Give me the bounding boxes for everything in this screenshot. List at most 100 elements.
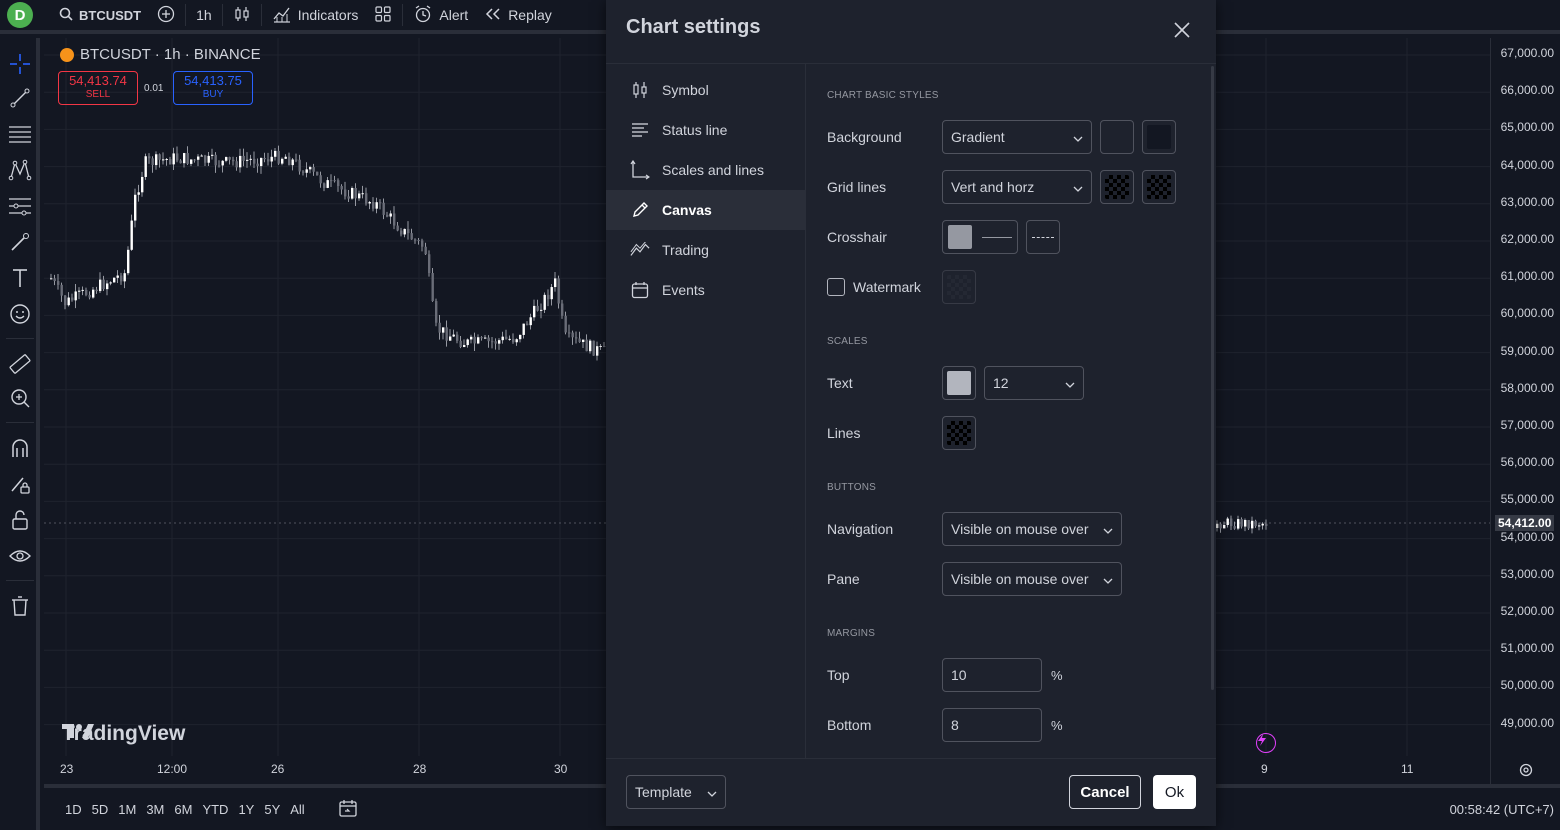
scrollbar[interactable] <box>1211 66 1214 690</box>
range-button-ytd[interactable]: YTD <box>197 802 233 817</box>
background-dropdown[interactable]: Gradient <box>942 120 1092 154</box>
range-button-3m[interactable]: 3M <box>141 802 169 817</box>
range-button-1d[interactable]: 1D <box>60 802 87 817</box>
lock-pencil-icon[interactable] <box>6 470 34 498</box>
pane-dropdown[interactable]: Visible on mouse over <box>942 562 1122 596</box>
watermark-checkbox[interactable] <box>827 278 845 296</box>
template-dropdown-button[interactable]: Template <box>626 775 726 809</box>
bottom-margin-percent: % <box>1051 718 1063 733</box>
symbol-label: BTCUSDT <box>79 7 142 23</box>
sell-label: SELL <box>85 89 111 100</box>
trash-icon[interactable] <box>6 592 34 620</box>
scale-text-size-dropdown[interactable]: 12 <box>984 366 1084 400</box>
background-color-swatch-1[interactable] <box>1100 120 1134 154</box>
navigation-label: Navigation <box>827 521 894 537</box>
close-icon[interactable] <box>1170 18 1194 42</box>
crosshair-tool-icon[interactable] <box>6 50 34 78</box>
nav-item-trading[interactable]: Trading <box>606 230 806 270</box>
ok-button[interactable]: Ok <box>1153 775 1196 809</box>
range-button-6m[interactable]: 6M <box>169 802 197 817</box>
text-tool-icon[interactable] <box>6 264 34 292</box>
section-buttons: BUTTONS <box>827 482 876 493</box>
sell-button[interactable]: 54,413.74 SELL <box>58 71 138 105</box>
lightning-event-icon[interactable] <box>1256 733 1276 753</box>
emoji-tool-icon[interactable] <box>6 300 34 328</box>
grid-vert-color-swatch[interactable] <box>1100 170 1134 204</box>
range-button-5y[interactable]: 5Y <box>259 802 285 817</box>
range-button-all[interactable]: All <box>285 802 309 817</box>
interval-label: 1h <box>196 7 212 23</box>
user-avatar[interactable]: D <box>7 2 33 28</box>
range-button-1y[interactable]: 1Y <box>233 802 259 817</box>
time-tick-label: 30 <box>554 762 568 776</box>
nav-item-canvas[interactable]: Canvas <box>606 190 806 230</box>
spread-value: 0.01 <box>144 83 164 94</box>
symbol-search-button[interactable]: BTCUSDT <box>51 0 149 30</box>
nav-item-status-line[interactable]: Status line <box>606 110 806 150</box>
layouts-button[interactable] <box>366 0 400 30</box>
trading-app: D BTCUSDT 1h Indicators Alert Replay BTC… <box>0 0 1560 830</box>
bottom-margin-value: 8 <box>951 717 959 733</box>
background-color-swatch-2[interactable] <box>1142 120 1176 154</box>
alert-button[interactable]: Alert <box>405 0 476 30</box>
replay-button[interactable]: Replay <box>476 0 560 30</box>
dialog-footer: Template Cancel Ok <box>606 758 1216 826</box>
ruler-tool-icon[interactable] <box>6 350 34 378</box>
nav-item-events[interactable]: Events <box>606 270 806 310</box>
price-tick-label: 62,000.00 <box>1500 232 1554 246</box>
nav-label-trading: Trading <box>662 242 709 258</box>
text-size-value: 12 <box>993 375 1009 391</box>
watermark-color-swatch[interactable] <box>942 270 976 304</box>
pencil-icon <box>630 200 650 220</box>
eye-icon[interactable] <box>6 542 34 570</box>
price-tick-label: 60,000.00 <box>1500 306 1554 321</box>
settings-gear-icon[interactable] <box>1518 762 1534 781</box>
unlock-icon[interactable] <box>6 506 34 534</box>
fib-tool-icon[interactable] <box>6 120 34 148</box>
rewind-icon <box>484 7 502 24</box>
top-margin-input[interactable]: 10 <box>942 658 1042 692</box>
time-tick-label: 9 <box>1261 762 1268 776</box>
date-range-icon[interactable] <box>338 798 358 821</box>
grid-lines-dropdown[interactable]: Vert and horz <box>942 170 1092 204</box>
status-line-icon <box>630 120 650 140</box>
forecast-tool-icon[interactable] <box>6 192 34 220</box>
clock-timezone[interactable]: 00:58:42 (UTC+7) <box>1450 802 1554 817</box>
navigation-dropdown[interactable]: Visible on mouse over <box>942 512 1122 546</box>
buy-button[interactable]: 54,413.75 BUY <box>173 71 253 105</box>
nav-item-symbol[interactable]: Symbol <box>606 70 806 110</box>
bottom-margin-input[interactable]: 8 <box>942 708 1042 742</box>
compare-button[interactable] <box>149 0 183 30</box>
chart-type-button[interactable] <box>225 0 259 30</box>
current-price-label: 54,412.00 <box>1495 515 1555 531</box>
scales-icon <box>630 160 650 180</box>
nav-label-symbol: Symbol <box>662 82 709 98</box>
time-tick-label: 23 <box>60 762 74 776</box>
price-tick-label: 58,000.00 <box>1500 380 1554 395</box>
pattern-tool-icon[interactable] <box>6 156 34 184</box>
indicators-button[interactable]: Indicators <box>264 0 367 30</box>
brush-tool-icon[interactable] <box>6 228 34 256</box>
nav-label-status-line: Status line <box>662 122 728 138</box>
crosshair-line-style-picker[interactable] <box>1026 220 1060 254</box>
price-axis[interactable]: 54,412.00 67,000.00 66,000.00 65,000.00 64,… <box>1490 38 1560 784</box>
dialog-header: Chart settings <box>606 0 1216 64</box>
section-scales: SCALES <box>827 336 868 347</box>
range-button-5d[interactable]: 5D <box>87 802 114 817</box>
toolbar-divider <box>260 4 262 26</box>
cancel-button[interactable]: Cancel <box>1069 775 1141 809</box>
scale-text-color-swatch[interactable] <box>942 366 976 400</box>
interval-button[interactable]: 1h <box>188 0 220 30</box>
trend-line-tool-icon[interactable] <box>6 84 34 112</box>
zoom-in-icon[interactable] <box>6 384 34 412</box>
grid-horz-color-swatch[interactable] <box>1142 170 1176 204</box>
price-tick-label: 66,000.00 <box>1500 83 1554 98</box>
price-tick-label: 61,000.00 <box>1500 269 1554 284</box>
nav-item-scales[interactable]: Scales and lines <box>606 150 806 190</box>
magnet-icon[interactable] <box>6 434 34 462</box>
range-button-1m[interactable]: 1M <box>113 802 141 817</box>
scale-lines-color-swatch[interactable] <box>942 416 976 450</box>
crosshair-color-line-picker[interactable] <box>942 220 1018 254</box>
top-margin-value: 10 <box>951 667 967 683</box>
tool-divider <box>6 422 34 423</box>
